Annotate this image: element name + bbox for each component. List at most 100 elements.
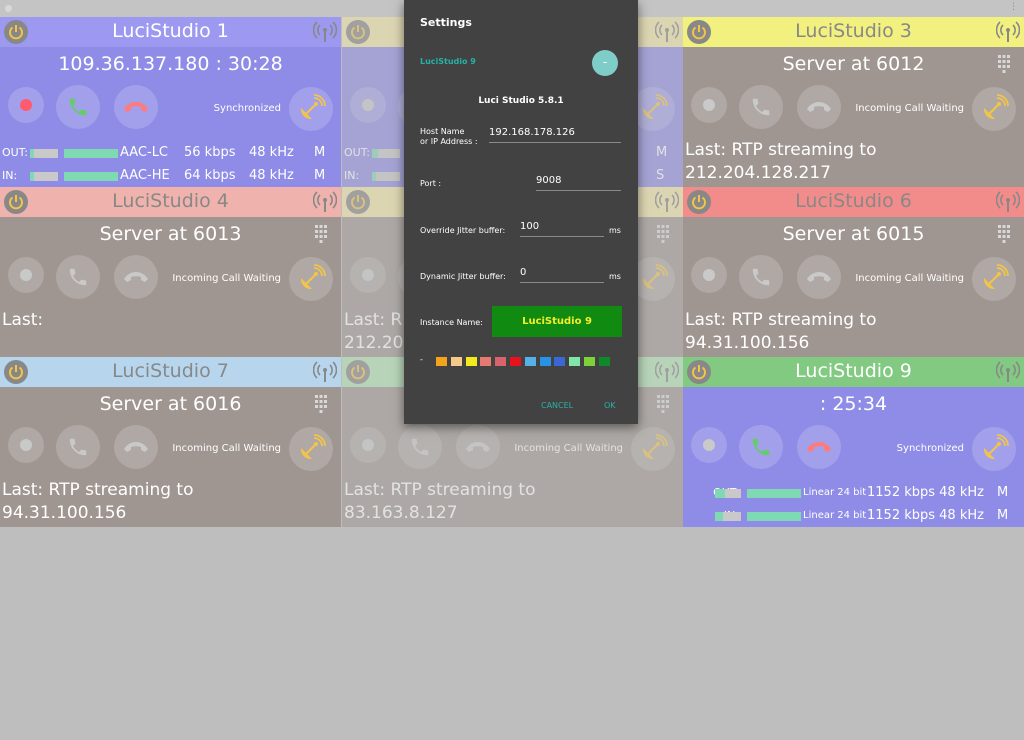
last-connection-line: 94.31.100.156	[685, 333, 810, 353]
studio-panel: LuciStudio 4 Server at 6013 Incoming Call …	[0, 187, 341, 357]
satellite-button[interactable]	[972, 87, 1016, 131]
level-bar	[372, 149, 400, 158]
host-field[interactable]: 192.168.178.126	[489, 127, 621, 143]
bitrate-label: 64 kbps	[184, 168, 236, 183]
color-swatch[interactable]	[450, 357, 462, 366]
override-jitter-unit: ms	[609, 226, 621, 235]
accept-call-button[interactable]	[56, 255, 100, 299]
keypad-icon[interactable]	[657, 395, 669, 417]
satellite-button[interactable]	[289, 87, 333, 131]
color-swatch[interactable]	[524, 357, 536, 366]
record-button[interactable]	[8, 427, 44, 463]
studio-panel: LuciStudio 6 Server at 6015 Incoming Call …	[683, 187, 1024, 357]
override-jitter-field[interactable]: 100	[520, 221, 604, 237]
accept-call-button[interactable]	[739, 85, 783, 129]
channel-label: M	[314, 145, 326, 160]
color-swatch[interactable]	[554, 357, 566, 366]
accept-call-button[interactable]	[739, 425, 783, 469]
record-button[interactable]	[691, 87, 727, 123]
studio-panel: LuciStudio 7 Server at 6016 Incoming Call …	[0, 357, 341, 527]
color-swatch[interactable]	[539, 357, 551, 366]
hang-up-button[interactable]	[797, 425, 841, 469]
ok-button[interactable]: OK	[604, 401, 616, 410]
satellite-button[interactable]	[972, 257, 1016, 301]
panel-header: LuciStudio 4	[0, 187, 341, 217]
bitrate-label: 1152 kbps 48 kHz	[867, 485, 984, 500]
last-connection-line: Last: RTP streaming to	[685, 140, 877, 160]
last-connection: Last:	[2, 309, 43, 332]
accept-call-button[interactable]	[56, 85, 100, 129]
panel-title: LuciStudio 9	[795, 360, 912, 382]
panel-body: Server at 6013 Incoming Call Waiting Last:	[0, 217, 341, 357]
power-icon[interactable]	[346, 20, 370, 44]
color-swatch[interactable]	[436, 357, 447, 366]
keypad-icon[interactable]	[998, 55, 1010, 77]
window-dot-icon	[5, 5, 12, 12]
instance-name-field[interactable]: LuciStudio 9	[492, 306, 622, 337]
panel-header: LuciStudio 1	[0, 17, 341, 47]
color-swatch[interactable]	[598, 357, 610, 366]
accept-call-button[interactable]	[56, 425, 100, 469]
keypad-icon[interactable]	[998, 225, 1010, 247]
keypad-icon[interactable]	[315, 225, 327, 247]
color-swatch[interactable]	[495, 357, 507, 366]
connection-info: 109.36.137.180 : 30:28	[58, 53, 283, 75]
meter-label: OUT:	[2, 146, 28, 159]
port-field[interactable]: 9008	[536, 175, 621, 191]
last-connection-line: 212.204.128.217	[685, 163, 832, 183]
panel-body: Server at 6015 Incoming Call Waiting Last:…	[683, 217, 1024, 357]
keypad-icon[interactable]	[657, 225, 669, 247]
hang-up-button[interactable]	[114, 85, 158, 129]
satellite-button[interactable]	[631, 427, 675, 471]
hang-up-button[interactable]	[797, 85, 841, 129]
record-button[interactable]	[691, 257, 727, 293]
satellite-button[interactable]	[972, 427, 1016, 471]
channel-label: M	[656, 145, 668, 160]
codec-label: AAC-HE	[120, 168, 170, 183]
hang-up-button[interactable]	[114, 425, 158, 469]
cancel-button[interactable]: CANCEL	[541, 401, 573, 410]
record-button[interactable]	[8, 87, 44, 123]
record-button[interactable]	[8, 257, 44, 293]
last-connection: Last: RTP streaming to 212.204.128.217	[685, 139, 877, 185]
sample-rate-label: 48 kHz	[249, 145, 294, 160]
connection-info: : 25:34	[819, 393, 888, 415]
keypad-icon[interactable]	[315, 395, 327, 417]
hang-up-button[interactable]	[797, 255, 841, 299]
power-icon[interactable]	[346, 190, 370, 214]
level-bar	[64, 172, 118, 181]
accept-call-button[interactable]	[398, 425, 442, 469]
signal-icon	[995, 361, 1021, 387]
level-bar	[30, 172, 58, 181]
last-connection-line: Last: RTP streaming to	[685, 310, 877, 330]
codec-label: AAC-LC	[120, 145, 169, 160]
record-button[interactable]	[691, 427, 727, 463]
color-swatch[interactable]	[480, 357, 492, 366]
satellite-button[interactable]	[289, 427, 333, 471]
signal-icon	[312, 21, 338, 47]
color-swatch[interactable]	[584, 357, 595, 366]
call-status: Incoming Call Waiting	[172, 273, 281, 284]
dynamic-jitter-label: Dynamic Jitter buffer:	[420, 272, 506, 281]
settings-dialog: Settings LuciStudio 9 - Luci Studio 5.8.…	[404, 0, 638, 424]
remove-instance-button[interactable]: -	[592, 50, 618, 76]
signal-icon	[654, 361, 680, 387]
color-swatch[interactable]	[465, 357, 477, 366]
meter-label: IN:	[2, 169, 18, 182]
record-button[interactable]	[350, 87, 386, 123]
record-button[interactable]	[350, 257, 386, 293]
dynamic-jitter-field[interactable]: 0	[520, 267, 604, 283]
satellite-button[interactable]	[289, 257, 333, 301]
panel-title: LuciStudio 3	[795, 20, 912, 42]
color-swatch[interactable]	[569, 357, 581, 366]
hang-up-button[interactable]	[456, 425, 500, 469]
power-icon[interactable]	[346, 360, 370, 384]
level-bar	[747, 512, 801, 521]
overflow-menu-icon[interactable]: ⋮	[1009, 2, 1018, 12]
last-connection-line: Last: RTP streaming to	[2, 480, 194, 500]
record-button[interactable]	[350, 427, 386, 463]
color-swatch[interactable]	[510, 357, 521, 366]
host-value: 192.168.178.126	[489, 127, 575, 138]
accept-call-button[interactable]	[739, 255, 783, 299]
hang-up-button[interactable]	[114, 255, 158, 299]
